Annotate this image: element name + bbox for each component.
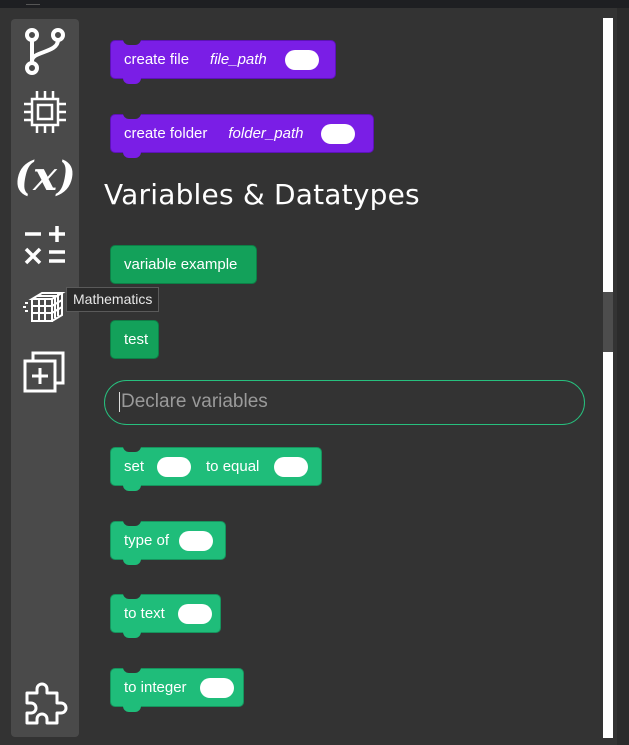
block-notch [123,520,141,526]
block-notch [123,39,141,45]
title-bar-mark [26,0,40,5]
block-tab [123,152,141,158]
section-heading: Variables & Datatypes [104,178,420,211]
variable-example-block[interactable]: variable example [110,245,257,284]
block-notch [123,593,141,599]
set-variable-block[interactable]: set to equal [110,446,322,491]
block-label: set [124,458,145,475]
block-label: test [124,331,149,348]
block-notch [123,446,141,452]
block-label-mid: to equal [206,458,260,475]
title-bar-strip [0,0,629,8]
svg-text:(x): (x) [17,153,73,200]
type-of-block[interactable]: type of [110,520,226,565]
block-param: file_path [210,51,267,68]
block-tab [123,485,141,491]
sidebar-tooltip: Mathematics [66,287,160,312]
block-tab [123,78,141,84]
math-operators-icon[interactable] [11,217,79,273]
branch-icon[interactable] [11,23,79,79]
to-text-block[interactable]: to text [110,593,221,638]
input-slot[interactable] [199,677,234,698]
text-caret [119,391,120,412]
window-edge [617,8,629,745]
block-tab [123,632,141,638]
block-label: create file [124,51,190,68]
puzzle-piece-icon[interactable] [11,675,79,731]
scrollbar-thumb[interactable] [603,292,613,352]
block-label: create folder [124,125,208,142]
scrollbar-track[interactable] [603,18,613,738]
add-layers-icon[interactable] [11,343,79,399]
search-placeholder: Declare variables [121,391,268,412]
variables-x-icon[interactable]: (x) [11,147,79,203]
block-label: to integer [124,679,187,696]
block-param: folder_path [228,125,304,142]
category-sidebar: (x) [11,19,79,737]
input-slot[interactable] [179,530,214,551]
block-label: variable example [124,256,238,273]
block-notch [123,667,141,673]
declare-variables-input[interactable]: Declare variables [104,380,585,425]
create-file-block[interactable]: create file file_path [110,39,336,84]
block-tab [123,706,141,712]
input-slot[interactable] [284,49,319,70]
input-slot[interactable] [157,456,192,477]
block-tab [123,559,141,565]
create-folder-block[interactable]: create folder folder_path [110,113,374,158]
block-notch [123,113,141,119]
block-label: to text [124,605,165,622]
cpu-chip-icon[interactable] [11,84,79,140]
input-slot[interactable] [177,603,212,624]
input-slot[interactable] [274,456,309,477]
to-integer-block[interactable]: to integer [110,667,244,712]
block-label: type of [124,532,170,549]
test-block[interactable]: test [110,320,159,359]
input-slot[interactable] [321,123,356,144]
